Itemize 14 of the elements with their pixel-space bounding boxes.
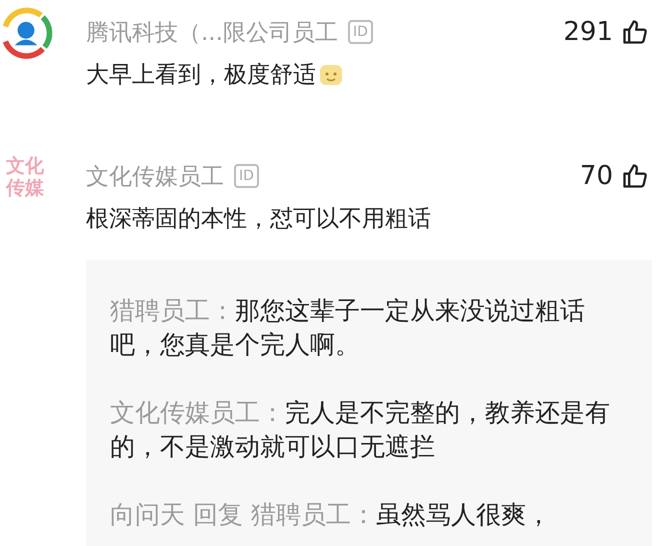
thumbs-up-icon[interactable] bbox=[621, 162, 649, 190]
reply-text[interactable]: 猎聘员工：那您这辈子一定从来没说过粗话吧，您真是个完人啊。 bbox=[110, 294, 622, 362]
comment-text: 根深蒂固的本性，怼可以不用粗话 bbox=[86, 205, 431, 234]
like-count: 70 bbox=[580, 161, 613, 191]
avatar-icon bbox=[0, 6, 54, 62]
id-badge: ID bbox=[348, 20, 373, 44]
like-count: 291 bbox=[563, 17, 613, 47]
emoji-icon bbox=[318, 63, 344, 87]
reply-text[interactable]: 向问天 回复 猎聘员工：虽然骂人很爽， bbox=[110, 498, 622, 532]
reply-text[interactable]: 文化传媒员工：完人是不完整的，教养还是有的，不是激动就可以口无遮拦 bbox=[110, 396, 622, 464]
avatar-logo: 文化 传媒 bbox=[6, 156, 45, 200]
thumbs-up-icon[interactable] bbox=[621, 18, 649, 46]
id-badge: ID bbox=[234, 164, 259, 188]
comment-text: 大早上看到，极度舒适 bbox=[86, 61, 316, 90]
